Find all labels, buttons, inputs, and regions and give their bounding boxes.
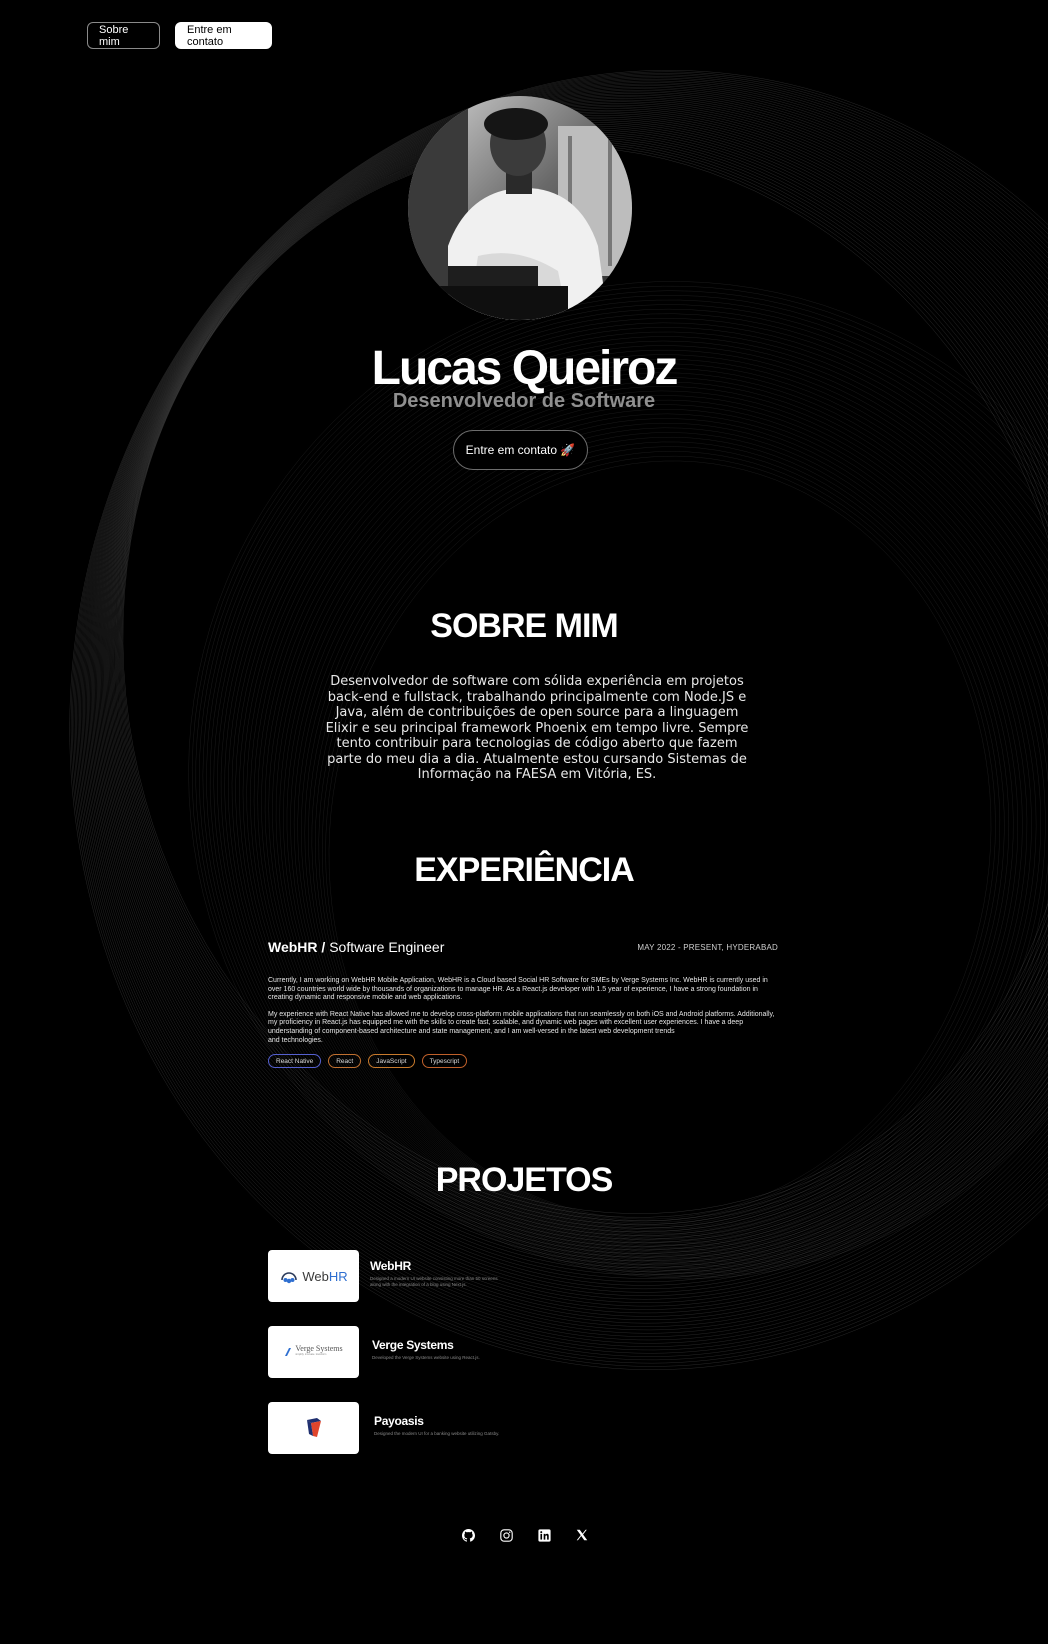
page: Sobre mim Entre em contato Lucas Queiroz… bbox=[0, 0, 1048, 1644]
project-desc: Developed the Verge Systems website usin… bbox=[372, 1354, 480, 1360]
experience-title: EXPERIÊNCIA bbox=[414, 851, 635, 889]
tech-tags: React Native React JavaScript Typescript bbox=[268, 1054, 778, 1069]
experience-paragraph-2-text: My experience with React Native has allo… bbox=[268, 1010, 775, 1035]
contact-nav-button[interactable]: Entre em contato bbox=[175, 22, 272, 49]
instagram-icon-glyph bbox=[499, 1528, 513, 1542]
verge-logo-icon bbox=[285, 1348, 292, 1356]
social-links bbox=[460, 1527, 590, 1543]
linkedin-icon-glyph bbox=[537, 1528, 551, 1542]
mesh-ring bbox=[325, 455, 996, 1221]
mesh-ring bbox=[328, 460, 992, 1220]
payoasis-logo-icon bbox=[306, 1418, 321, 1437]
experience-date: MAY 2022 - PRESENT, HYDERABAD bbox=[637, 942, 778, 952]
mesh-ring bbox=[279, 395, 1048, 1242]
experience-paragraph-2-tail: and technologies. bbox=[268, 1036, 323, 1044]
mesh-ring bbox=[315, 441, 1009, 1227]
tag-react: React bbox=[328, 1054, 362, 1069]
project-info: Verge Systems Developed the Verge System… bbox=[372, 1338, 480, 1361]
mesh-ring bbox=[272, 386, 1048, 1245]
mesh-ring bbox=[257, 367, 1048, 1251]
experience-company: WebHR / bbox=[268, 939, 326, 955]
projects-list: Web HR WebHR Designed a modern UI website… bbox=[268, 1250, 788, 1478]
mesh-ring bbox=[283, 399, 1048, 1241]
profile-photo bbox=[408, 96, 632, 320]
experience-item: WebHR / Software Engineer MAY 2022 - PRE… bbox=[268, 939, 778, 1069]
mesh-ring bbox=[293, 413, 1037, 1236]
mesh-ring bbox=[253, 363, 1048, 1252]
mesh-ring bbox=[301, 422, 1028, 1233]
experience-title-line: WebHR / Software Engineer bbox=[268, 939, 444, 955]
verge-logo-text: Verge Systems simplify. innovate. transf… bbox=[295, 1345, 342, 1358]
experience-paragraph-1: Currently, I am working on WebHR Mobile … bbox=[268, 977, 768, 1002]
mesh-ring bbox=[261, 372, 1048, 1250]
project-item-payoasis[interactable]: Payoasis Designed the modern UI for a ba… bbox=[268, 1402, 788, 1454]
x-icon[interactable] bbox=[574, 1527, 590, 1543]
project-item-webhr[interactable]: Web HR WebHR Designed a modern UI website… bbox=[268, 1250, 788, 1302]
mesh-ring bbox=[321, 451, 1001, 1223]
mesh-ring bbox=[304, 427, 1023, 1231]
mesh-ring bbox=[308, 432, 1019, 1230]
mesh-ring bbox=[264, 377, 1048, 1248]
webhr-logo-icon bbox=[281, 1272, 298, 1284]
project-name: Verge Systems bbox=[372, 1337, 454, 1352]
top-nav: Sobre mim Entre em contato bbox=[87, 22, 272, 49]
project-name: WebHR bbox=[370, 1258, 411, 1273]
github-icon[interactable] bbox=[460, 1527, 476, 1543]
tag-react-native: React Native bbox=[268, 1054, 322, 1069]
tag-javascript: JavaScript bbox=[368, 1054, 415, 1069]
instagram-icon[interactable] bbox=[498, 1527, 514, 1543]
about-nav-button[interactable]: Sobre mim bbox=[87, 22, 160, 49]
about-title: SOBRE MIM bbox=[430, 607, 618, 645]
hero-role: Desenvolvedor de Software bbox=[392, 390, 656, 412]
mesh-ring bbox=[275, 390, 1048, 1244]
mesh-ring bbox=[311, 436, 1014, 1228]
linkedin-icon[interactable] bbox=[536, 1527, 552, 1543]
profile-photo-illustration bbox=[408, 96, 632, 320]
hero-name: Lucas Queiroz bbox=[371, 342, 679, 395]
experience-paragraph-2: My experience with React Native has allo… bbox=[268, 1011, 778, 1045]
experience-position: Software Engineer bbox=[325, 939, 445, 955]
project-item-verge-systems[interactable]: Verge Systems simplify. innovate. transf… bbox=[268, 1326, 788, 1378]
verge-logo-tagline: simplify. innovate. transform bbox=[295, 1353, 327, 1356]
projects-title: PROJETOS bbox=[435, 1161, 614, 1199]
experience-header: WebHR / Software Engineer MAY 2022 - PRE… bbox=[268, 939, 778, 955]
mesh-ring bbox=[297, 418, 1032, 1235]
hero-contact-button[interactable]: Entre em contato 🚀 bbox=[453, 430, 588, 470]
x-icon-glyph bbox=[576, 1529, 588, 1541]
webhr-logo: Web HR bbox=[268, 1250, 359, 1302]
project-desc: Designed a modern UI website consisting … bbox=[370, 1275, 498, 1287]
mesh-ring bbox=[286, 404, 1046, 1239]
mesh-ring bbox=[290, 409, 1041, 1238]
project-info: Payoasis Designed the modern UI for a ba… bbox=[374, 1414, 499, 1437]
tag-typescript: Typescript bbox=[421, 1054, 468, 1069]
mesh-ring bbox=[318, 446, 1005, 1225]
verge-logo: Verge Systems simplify. innovate. transf… bbox=[268, 1326, 359, 1378]
payoasis-logo bbox=[268, 1402, 359, 1454]
project-name: Payoasis bbox=[374, 1413, 424, 1428]
webhr-logo-hr: HR bbox=[328, 1268, 348, 1284]
about-text: Desenvolvedor de software com sólida exp… bbox=[325, 674, 749, 782]
experience-description: Currently, I am working on WebHR Mobile … bbox=[268, 977, 778, 1045]
project-desc: Designed the modern UI for a banking web… bbox=[374, 1430, 500, 1436]
project-info: WebHR Designed a modern UI website consi… bbox=[370, 1259, 500, 1288]
github-icon-glyph bbox=[461, 1528, 475, 1542]
webhr-logo-web: Web bbox=[302, 1268, 329, 1284]
mesh-ring bbox=[268, 381, 1048, 1247]
